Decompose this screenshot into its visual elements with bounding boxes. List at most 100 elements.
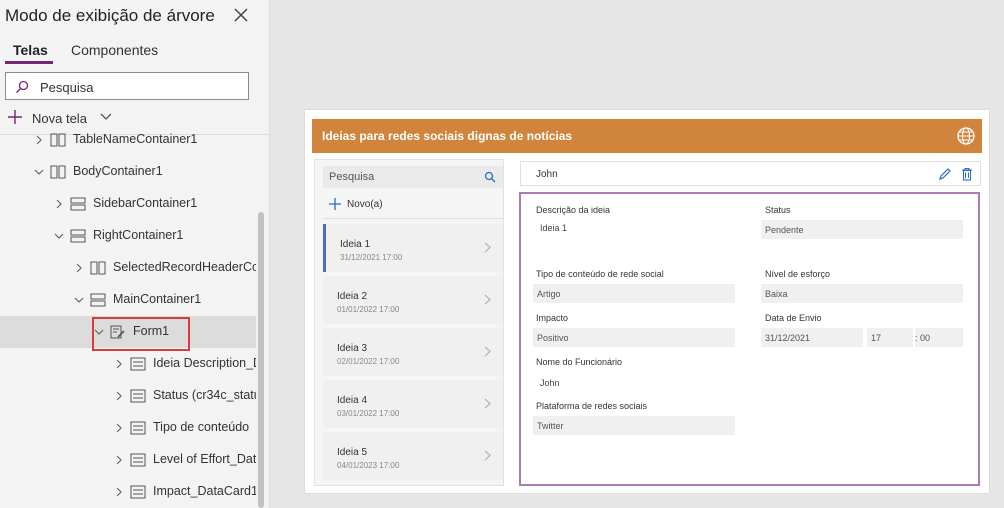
date-picker[interactable]: 31/12/2021 — [761, 328, 863, 347]
field-value-text: Baixa — [765, 289, 788, 299]
list-item[interactable]: Ideia 5 04/01/2023 17:00 — [323, 432, 503, 480]
tree-item-selectedrecordheader[interactable]: SelectedRecordHeaderCon — [0, 252, 258, 284]
chevron-right-icon[interactable] — [114, 455, 124, 465]
hour-dropdown[interactable]: 17 — [867, 328, 913, 347]
tree-item-datacard[interactable]: Status (cr34c_status — [0, 380, 258, 412]
tree-item-label: RightContainer1 — [93, 228, 184, 242]
tree-item-label: TableNameContainer1 — [73, 132, 198, 146]
tree-item-rightcontainer[interactable]: RightContainer1 — [0, 220, 258, 252]
list-item-title: Ideia 3 — [337, 343, 368, 354]
chevron-down-icon[interactable] — [100, 112, 112, 122]
chevron-right-icon[interactable] — [114, 359, 124, 369]
field-value-nivel[interactable]: Baixa — [761, 284, 963, 303]
list-item-date: 04/01/2023 17:00 — [337, 461, 400, 470]
scrollbar[interactable] — [258, 212, 264, 508]
tree-item-maincontainer[interactable]: MainContainer1 — [0, 284, 258, 316]
tree-item-datacard[interactable]: Impact_DataCard1 — [0, 476, 258, 508]
tab-componentes[interactable]: Componentes — [71, 42, 158, 58]
edit-icon[interactable] — [938, 167, 952, 181]
tree-item-label: MainContainer1 — [113, 292, 202, 306]
plus-icon[interactable] — [8, 110, 22, 124]
globe-icon[interactable] — [956, 126, 976, 146]
sidebar-search-input[interactable]: Pesquisa — [323, 166, 503, 188]
chevron-down-icon[interactable] — [34, 167, 44, 177]
list-item[interactable]: Ideia 3 02/01/2022 17:00 — [323, 328, 503, 376]
list-item-date: 02/01/2022 17:00 — [337, 357, 400, 366]
field-value-text: 17 — [871, 333, 882, 343]
field-value-plataforma[interactable]: Twitter — [533, 416, 735, 435]
divider — [323, 218, 503, 219]
chevron-right-icon[interactable] — [114, 487, 124, 497]
form1: Descrição da ideia Ideia 1 Status Penden… — [519, 192, 980, 486]
tree-item-label: Tipo de conteúdo — [153, 420, 250, 434]
tree-view-title: Modo de exibição de árvore — [5, 6, 215, 25]
datacard-icon — [130, 421, 146, 435]
tab-telas[interactable]: Telas — [13, 42, 48, 58]
list-item[interactable]: Ideia 1 31/12/2021 17:00 — [323, 224, 503, 272]
field-value-text: Pendente — [765, 225, 804, 235]
horizontal-container-icon — [90, 261, 106, 275]
vertical-container-icon — [90, 293, 106, 307]
tree-item-label: Status (cr34c_status — [153, 388, 256, 402]
tree-item-label: SelectedRecordHeaderCon — [113, 260, 256, 274]
chevron-down-icon[interactable] — [54, 231, 64, 241]
list-item-date: 03/01/2022 17:00 — [337, 409, 400, 418]
chevron-right-icon — [484, 346, 491, 357]
app-title: Ideias para redes sociais dignas de notí… — [322, 129, 573, 143]
tree-item-bodycontainer[interactable]: BodyContainer1 — [0, 156, 258, 188]
field-label-nivel: Nível de esforço — [765, 269, 831, 279]
datacard-icon — [130, 485, 146, 499]
tab-active-underline — [5, 61, 53, 64]
chevron-right-icon[interactable] — [34, 135, 44, 145]
vertical-container-icon — [70, 229, 86, 243]
tree-item-label: Level of Effort_Data — [153, 452, 256, 466]
field-label-descricao: Descrição da ideia — [536, 205, 611, 215]
field-value-tipo[interactable]: Artigo — [533, 284, 735, 303]
tree-item-datacard[interactable]: Level of Effort_Data — [0, 444, 258, 476]
list-item-title: Ideia 1 — [340, 239, 371, 250]
app-canvas: Ideias para redes sociais dignas de notí… — [305, 110, 989, 493]
datacard-icon — [130, 357, 146, 371]
tree-item-label: BodyContainer1 — [73, 164, 163, 178]
tree-search-input[interactable]: Pesquisa — [5, 72, 249, 100]
search-placeholder: Pesquisa — [40, 80, 94, 95]
list-item-title: Ideia 4 — [337, 395, 368, 406]
chevron-right-icon[interactable] — [114, 391, 124, 401]
highlight-box — [92, 317, 190, 351]
chevron-right-icon — [484, 242, 491, 253]
close-icon[interactable] — [232, 6, 250, 24]
minute-dropdown[interactable]: : 00 — [915, 328, 963, 347]
chevron-right-icon[interactable] — [114, 423, 124, 433]
plus-icon[interactable] — [329, 198, 341, 210]
field-value-text: Twitter — [537, 421, 564, 431]
horizontal-container-icon — [50, 165, 66, 179]
tree-item-label: Ideia Description_D — [153, 356, 256, 370]
chevron-right-icon — [484, 398, 491, 409]
field-value-funcionario[interactable]: John — [540, 378, 560, 388]
field-label-plataforma: Plataforma de redes sociais — [536, 401, 648, 411]
search-icon — [16, 80, 29, 93]
list-item[interactable]: Ideia 4 03/01/2022 17:00 — [323, 380, 503, 428]
datacard-icon — [130, 389, 146, 403]
search-icon[interactable] — [484, 171, 496, 183]
field-value-impacto[interactable]: Positivo — [533, 328, 735, 347]
field-value-text: Artigo — [537, 289, 561, 299]
field-value-status[interactable]: Pendente — [761, 220, 963, 239]
chevron-down-icon[interactable] — [74, 295, 84, 305]
field-value-descricao[interactable]: Ideia 1 — [540, 223, 567, 233]
delete-icon[interactable] — [961, 167, 973, 181]
app-header: Ideias para redes sociais dignas de notí… — [312, 119, 982, 153]
list-item-date: 01/01/2022 17:00 — [337, 305, 400, 314]
chevron-right-icon — [484, 294, 491, 305]
field-value-text: : 00 — [915, 333, 931, 343]
chevron-right-icon[interactable] — [74, 263, 84, 273]
tree-item-sidebarcontainer[interactable]: SidebarContainer1 — [0, 188, 258, 220]
new-record-button[interactable]: Novo(a) — [347, 199, 383, 210]
list-item[interactable]: Ideia 2 01/01/2022 17:00 — [323, 276, 503, 324]
chevron-right-icon[interactable] — [54, 199, 64, 209]
tree-item-tablenamecontainer[interactable]: TableNameContainer1 — [0, 124, 258, 156]
tree-item-datacard[interactable]: Tipo de conteúdo — [0, 412, 258, 444]
tree-item-datacard[interactable]: Ideia Description_D — [0, 348, 258, 380]
chevron-right-icon — [484, 450, 491, 461]
vertical-container-icon — [70, 197, 86, 211]
